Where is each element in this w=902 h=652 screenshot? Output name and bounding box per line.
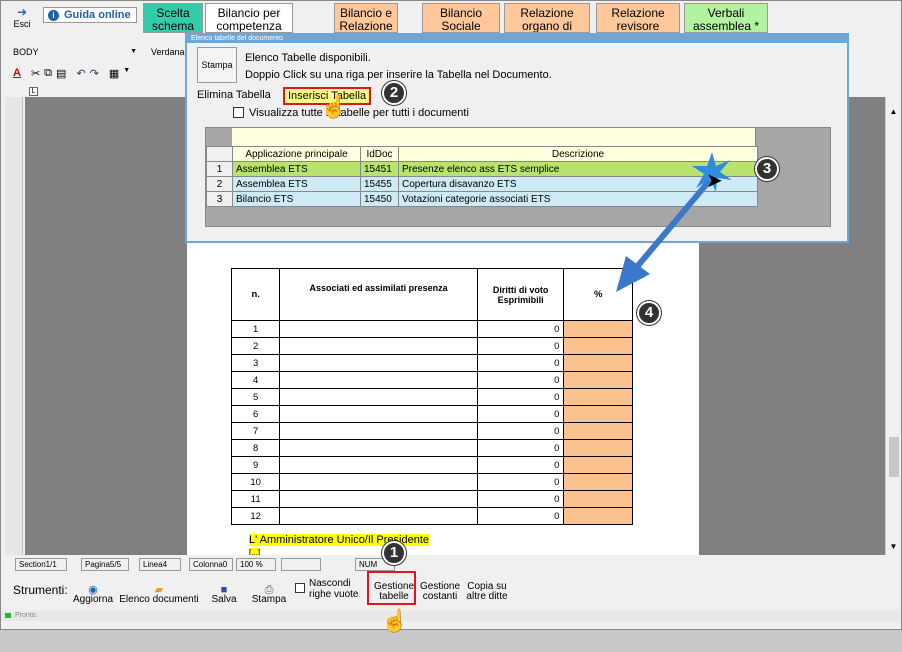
table-row: 50 (230, 388, 633, 406)
style-select[interactable]: BODY ▼ (13, 45, 137, 59)
table-row: 10 0 (230, 473, 633, 491)
table-row: 12 0 (230, 507, 633, 525)
status-page: Pagina5/5 (81, 558, 129, 571)
tab-1[interactable]: Scelta schema (143, 3, 203, 33)
step-badge-1: 1 (382, 541, 406, 565)
table-row: 90 (230, 456, 633, 474)
chevron-down-icon[interactable]: ▼ (123, 67, 130, 83)
redo-icon[interactable]: ↷ (90, 67, 99, 83)
copy-icon[interactable]: ⧉ (44, 67, 52, 83)
exit-icon: ➜ (16, 5, 28, 19)
font-select[interactable]: Verdana (151, 45, 185, 59)
tab-2[interactable]: Bilancio per competenza (205, 3, 293, 33)
col-associates: Associati ed assimilati presenza (279, 268, 478, 321)
font-color-icon[interactable]: A (13, 67, 21, 83)
table-row: 10 (230, 320, 633, 338)
tab-6[interactable]: Relazione revisore (596, 3, 680, 33)
table-row: 30 (230, 354, 633, 372)
tab-3[interactable]: Bilancio e Relazione (334, 3, 398, 33)
ruler-marker-icon: L (29, 87, 38, 96)
table-row: 20 (230, 337, 633, 355)
table-row: 80 (230, 439, 633, 457)
col-app[interactable]: Applicazione principale (232, 146, 361, 162)
status-section: Section1/1 (15, 558, 67, 571)
cursor-arrow-icon: ➤ (706, 170, 723, 192)
format-toolbar: A ✂ ⧉ ▤ ↶ ↷ ▦ ▼ (13, 67, 185, 83)
status-empty (281, 558, 321, 571)
dialog-line-2: Doppio Click su una riga per inserire la… (245, 69, 552, 81)
signature-tail: [...] (249, 548, 261, 555)
exit-button[interactable]: ➜ Esci (7, 5, 37, 37)
status-line: Linea4 (139, 558, 181, 571)
tab-4[interactable]: Bilancio Sociale (422, 3, 500, 33)
scroll-up-icon[interactable]: ▲ (886, 107, 901, 116)
paste-icon[interactable]: ▤ (56, 67, 66, 83)
col-votes: Diritti di voto Esprimibili (476, 268, 565, 321)
table-row: 60 (230, 405, 633, 423)
hand-cursor-icon: ☝ (381, 608, 409, 633)
ready-status: Pronto. (1, 611, 901, 621)
table-row: 70 (230, 422, 633, 440)
show-all-checkbox[interactable] (233, 107, 244, 118)
vertical-scrollbar[interactable]: ▲ ▼ (885, 97, 901, 555)
guide-online-button[interactable]: i Guida online (43, 7, 137, 23)
undo-icon[interactable]: ↶ (76, 67, 85, 83)
show-all-label: Visualizza tutte le tabelle per tutti i … (249, 107, 469, 119)
tools-label: Strumenti: (13, 583, 68, 597)
print-button[interactable]: ⎙ Stampa (249, 575, 289, 605)
copy-to-companies-button[interactable]: Copia su altre ditte (463, 577, 511, 607)
hand-cursor-icon: ☝ (320, 94, 348, 119)
dialog-line-1: Elenco Tabelle disponibili. (245, 52, 371, 64)
manage-constants-button[interactable]: Gestione costanti (419, 577, 461, 607)
table-row: 11 0 (230, 490, 633, 508)
info-icon: i (48, 9, 59, 21)
step-badge-3: 3 (755, 157, 779, 181)
table-icon[interactable]: ▦ (109, 67, 119, 83)
document-list-button[interactable]: ▰ Elenco documenti (117, 575, 201, 605)
delete-table-button[interactable]: Elimina Tabella (197, 89, 271, 101)
scroll-down-icon[interactable]: ▼ (886, 542, 901, 551)
tab-7[interactable]: Verbali assemblea * (684, 3, 768, 33)
grid-filter-row (232, 128, 756, 146)
save-button[interactable]: ■ Salva (207, 575, 241, 605)
tab-5[interactable]: Relazione organo di (504, 3, 590, 33)
hide-empty-rows-label: Nascondi righe vuote (309, 578, 359, 600)
table-row: 40 (230, 371, 633, 389)
document-table: n. Associati ed assimilati presenza Diri… (230, 268, 633, 525)
chevron-down-icon: ▼ (130, 48, 137, 55)
refresh-button[interactable]: ◉ Aggiorna (71, 575, 115, 605)
vertical-ruler (5, 97, 23, 555)
col-iddoc[interactable]: IdDoc (360, 146, 399, 162)
status-column: Colonna0 (189, 558, 233, 571)
application-window: ➜ Esci i Guida online Scelta schema Bilan… (0, 0, 902, 630)
ready-indicator-icon (5, 613, 11, 618)
cut-icon[interactable]: ✂ (31, 67, 40, 83)
manage-tables-highlight (367, 571, 416, 605)
hide-empty-rows-checkbox[interactable] (295, 583, 305, 593)
col-n: n. (230, 268, 281, 321)
dialog-print-button[interactable]: Stampa (197, 47, 237, 83)
step-badge-4: 4 (637, 301, 661, 325)
step-badge-2: 2 (382, 81, 406, 105)
scroll-thumb[interactable] (889, 437, 899, 477)
dialog-title: Elenco tabelle del documento (187, 35, 847, 43)
status-zoom: 100 % (236, 558, 276, 571)
